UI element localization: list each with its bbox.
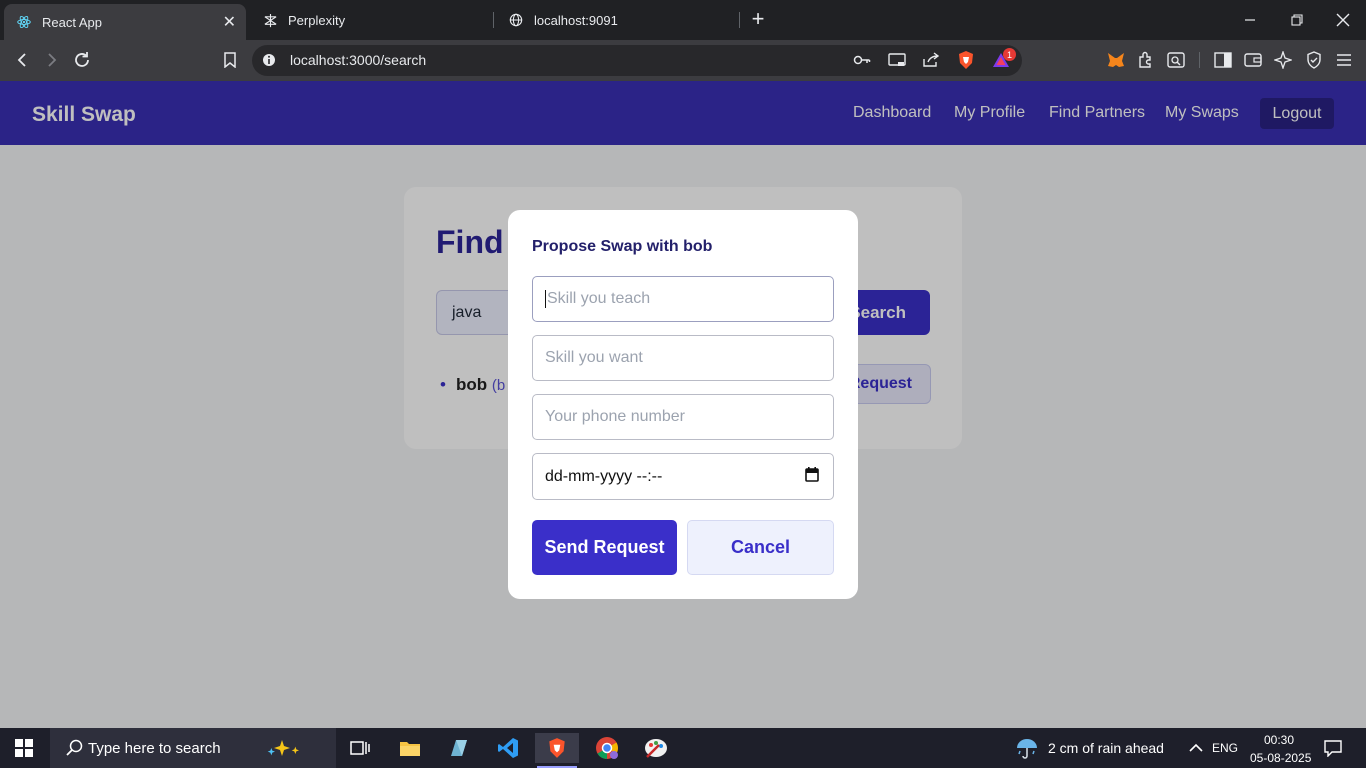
brave-shield-icon[interactable] — [954, 48, 978, 72]
text-caret — [545, 290, 546, 308]
calendar-icon[interactable] — [805, 466, 819, 487]
tab-react-app[interactable]: React App ✕ — [4, 4, 246, 40]
chrome-icon[interactable] — [587, 733, 627, 763]
share-icon[interactable] — [919, 48, 943, 72]
close-tab-icon[interactable]: ✕ — [223, 12, 236, 32]
new-tab-icon[interactable]: + — [748, 8, 768, 32]
tab-perplexity[interactable]: Perplexity — [262, 0, 345, 40]
minimize-icon[interactable] — [1238, 8, 1262, 32]
reload-icon[interactable] — [70, 48, 94, 72]
cancel-button[interactable]: Cancel — [687, 520, 834, 575]
app-icon[interactable] — [439, 733, 479, 763]
toolbar-divider — [1199, 52, 1200, 68]
weather-text[interactable]: 2 cm of rain ahead — [1048, 740, 1164, 756]
chevron-up-icon[interactable] — [1176, 733, 1216, 763]
forward-icon[interactable] — [40, 48, 64, 72]
extensions-icon[interactable] — [1134, 48, 1158, 72]
search-icon — [54, 733, 94, 763]
perplexity-icon — [262, 12, 278, 28]
datetime-value: dd-mm-yyyy --:-- — [545, 467, 663, 485]
bookmark-icon[interactable] — [218, 48, 242, 72]
site-info-icon[interactable] — [257, 48, 281, 72]
modal-title: Propose Swap with bob — [532, 238, 713, 255]
key-icon[interactable] — [850, 48, 874, 72]
tab-label: localhost:9091 — [534, 12, 618, 28]
restore-icon[interactable] — [1285, 8, 1309, 32]
back-icon[interactable] — [10, 48, 34, 72]
vscode-icon[interactable] — [488, 733, 528, 763]
skill-teach-input[interactable]: Skill you teach — [532, 276, 834, 322]
notification-center-icon[interactable] — [1313, 733, 1353, 763]
notification-badge: 1 — [1003, 48, 1016, 61]
tab-localhost-9091[interactable]: localhost:9091 — [508, 0, 618, 40]
tab-divider — [493, 12, 494, 28]
placeholder: Skill you teach — [547, 290, 651, 307]
search-placeholder: Type here to search — [88, 739, 221, 757]
reader-icon[interactable] — [1164, 48, 1188, 72]
file-explorer-icon[interactable] — [390, 733, 430, 763]
rain-umbrella-icon — [1007, 733, 1047, 763]
phone-input[interactable]: Your phone number — [532, 394, 834, 440]
windows-start-icon[interactable] — [4, 733, 44, 763]
vpn-icon[interactable] — [1302, 48, 1326, 72]
url-text: localhost:3000/search — [290, 52, 427, 68]
sidebar-icon[interactable] — [1211, 48, 1235, 72]
datetime-input[interactable]: dd-mm-yyyy --:-- — [532, 453, 834, 500]
cast-icon[interactable] — [885, 48, 909, 72]
placeholder: Skill you want — [545, 349, 643, 366]
skill-want-input[interactable]: Skill you want — [532, 335, 834, 381]
browser-tab-strip: React App ✕ Perplexity localhost:9091 + — [0, 0, 1366, 40]
send-request-button[interactable]: Send Request — [532, 520, 677, 575]
language-indicator[interactable]: ENG — [1212, 741, 1238, 755]
leo-ai-icon[interactable] — [1271, 48, 1295, 72]
close-window-icon[interactable] — [1331, 8, 1355, 32]
metamask-icon[interactable] — [1104, 48, 1128, 72]
wallet-icon[interactable] — [1241, 48, 1265, 72]
clock-date[interactable]: 05-08-2025 — [1250, 751, 1311, 765]
globe-icon — [508, 12, 524, 28]
tab-divider — [739, 12, 740, 28]
paint-app-icon[interactable] — [636, 733, 676, 763]
react-icon — [16, 14, 32, 30]
tab-label: Perplexity — [288, 12, 346, 28]
task-view-icon[interactable] — [340, 733, 380, 763]
clock-time[interactable]: 00:30 — [1264, 733, 1294, 747]
menu-icon[interactable] — [1332, 48, 1356, 72]
brave-taskbar-icon[interactable] — [535, 733, 579, 763]
sparkle-icon[interactable] — [266, 733, 306, 763]
placeholder: Your phone number — [545, 408, 685, 425]
tab-label: React App — [42, 14, 102, 30]
